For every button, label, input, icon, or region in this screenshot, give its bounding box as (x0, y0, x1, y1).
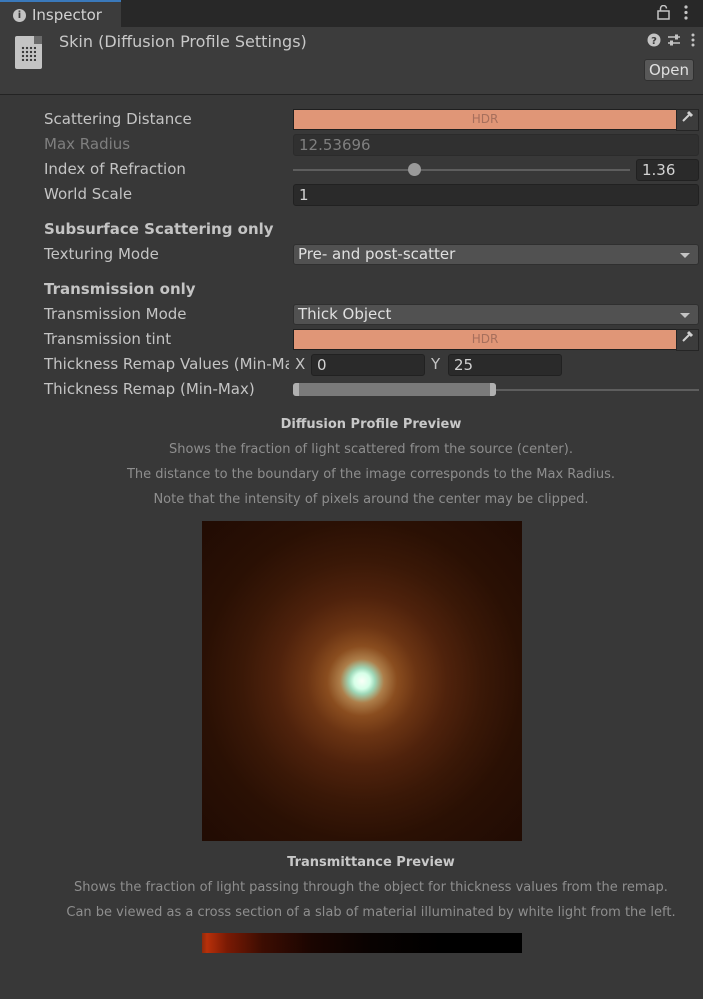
thickness-remap-values-label: Thickness Remap Values (Min-Max) (44, 355, 289, 373)
eyedropper-icon[interactable] (676, 329, 699, 351)
tab-inspector[interactable]: i Inspector (0, 0, 121, 27)
diffusion-preview-title: Diffusion Profile Preview (280, 417, 462, 432)
open-button[interactable]: Open (644, 59, 694, 81)
presets-icon[interactable] (667, 33, 681, 51)
diffusion-profile-asset-icon (15, 36, 42, 69)
diffusion-preview-line-1: Shows the fraction of light scattered fr… (169, 442, 573, 457)
thickness-range-min-handle[interactable] (293, 383, 299, 396)
thickness-y-field[interactable]: 25 (448, 354, 562, 376)
transmission-mode-label: Transmission Mode (44, 305, 187, 323)
transmittance-preview-line-2: Can be viewed as a cross section of a sl… (66, 905, 676, 920)
kebab-menu-icon[interactable] (683, 5, 689, 24)
thickness-range-max-handle[interactable] (490, 383, 496, 396)
info-icon: i (13, 9, 26, 22)
lock-icon[interactable] (657, 4, 670, 24)
max-radius-label: Max Radius (44, 135, 131, 153)
svg-text:?: ? (651, 36, 657, 47)
kebab-menu-icon[interactable] (690, 33, 696, 51)
diffusion-profile-preview-image (202, 521, 522, 841)
texturing-mode-label: Texturing Mode (44, 245, 159, 263)
eyedropper-icon[interactable] (676, 109, 699, 131)
help-icon[interactable]: ? (647, 33, 661, 51)
transmission-tint-label: Transmission tint (44, 330, 172, 348)
texturing-mode-value: Pre- and post-scatter (298, 245, 456, 263)
max-radius-field: 12.53696 (293, 134, 699, 156)
thickness-x-field[interactable]: 0 (311, 354, 425, 376)
transmission-section-heading: Transmission only (44, 280, 196, 298)
index-of-refraction-field[interactable]: 1.36 (636, 159, 699, 181)
tab-bar: i Inspector (0, 0, 703, 27)
transmission-tint-color-field[interactable]: HDR (293, 329, 677, 350)
chevron-down-icon (680, 313, 690, 318)
ior-slider-track[interactable] (293, 169, 630, 171)
index-of-refraction-label: Index of Refraction (44, 160, 186, 178)
asset-title: Skin (Diffusion Profile Settings) (59, 32, 307, 51)
tab-label: Inspector (32, 6, 102, 24)
texturing-mode-dropdown[interactable]: Pre- and post-scatter (293, 244, 699, 265)
transmittance-preview-title: Transmittance Preview (287, 855, 455, 870)
ior-slider-handle[interactable] (408, 163, 422, 176)
chevron-down-icon (680, 253, 690, 258)
transmission-mode-dropdown[interactable]: Thick Object (293, 304, 699, 325)
diffusion-preview-line-2: The distance to the boundary of the imag… (126, 467, 616, 482)
scattering-distance-label: Scattering Distance (44, 110, 192, 128)
transmittance-preview-line-1: Shows the fraction of light passing thro… (74, 880, 668, 895)
world-scale-label: World Scale (44, 185, 133, 203)
inspector-header: Skin (Diffusion Profile Settings) ? Open (0, 27, 703, 95)
thickness-remap-label: Thickness Remap (Min-Max) (44, 380, 255, 398)
world-scale-field[interactable]: 1 (293, 184, 699, 206)
transmission-mode-value: Thick Object (298, 305, 392, 323)
transmittance-preview-image (202, 933, 522, 953)
scattering-distance-color-field[interactable]: HDR (293, 109, 677, 130)
thickness-range-fill[interactable] (293, 383, 496, 396)
sss-section-heading: Subsurface Scattering only (44, 220, 274, 238)
thickness-y-label: Y (431, 355, 441, 373)
diffusion-preview-line-3: Note that the intensity of pixels around… (153, 492, 589, 507)
thickness-x-label: X (295, 355, 306, 373)
